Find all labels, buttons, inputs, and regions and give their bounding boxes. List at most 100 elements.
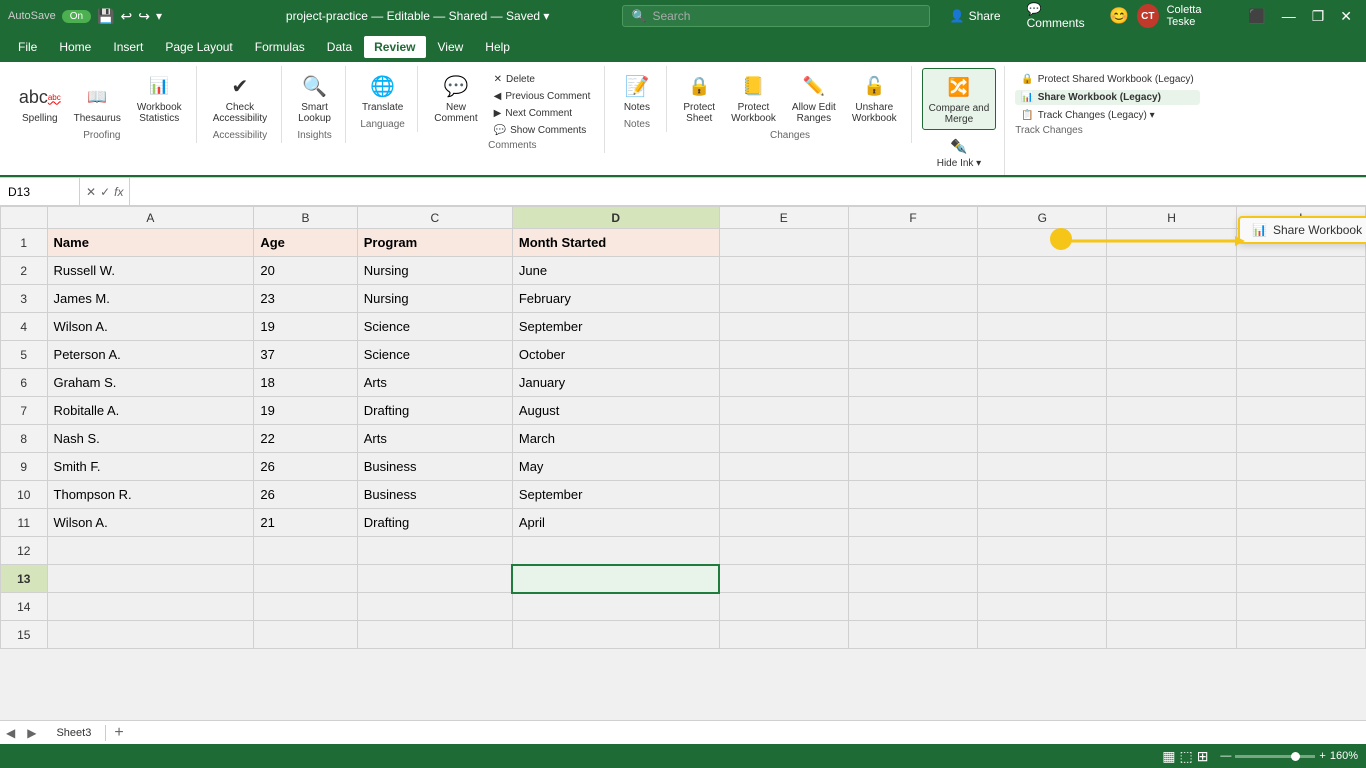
cell-f10[interactable] [848, 481, 977, 509]
new-comment-button[interactable]: 💬 NewComment [428, 68, 483, 128]
cell-b13[interactable] [254, 565, 357, 593]
row-header-8[interactable]: 8 [1, 425, 48, 453]
cell-h10[interactable] [1107, 481, 1236, 509]
cell-b12[interactable] [254, 537, 357, 565]
cell-g11[interactable] [978, 509, 1107, 537]
name-box[interactable]: D13 [0, 178, 80, 205]
cell-a15[interactable] [47, 621, 254, 649]
page-break-view-icon[interactable]: ⊞ [1197, 748, 1209, 765]
cell-d9[interactable]: May [512, 453, 719, 481]
row-header-9[interactable]: 9 [1, 453, 48, 481]
cell-e6[interactable] [719, 369, 848, 397]
compare-merge-button[interactable]: 🔀 Compare andMerge [922, 68, 997, 130]
share-workbook-legacy-button[interactable]: 📊 Share Workbook (Legacy) [1015, 90, 1199, 105]
zoom-out-button[interactable]: — [1220, 750, 1231, 762]
cell-i13[interactable] [1236, 565, 1365, 593]
close-button[interactable]: ✕ [1334, 8, 1358, 25]
protect-sheet-button[interactable]: 🔒 ProtectSheet [677, 68, 721, 128]
cell-b2[interactable]: 20 [254, 257, 357, 285]
cell-f12[interactable] [848, 537, 977, 565]
comments-button[interactable]: 💬 Comments [1021, 2, 1102, 30]
show-comments-button[interactable]: 💬 Show Comments [488, 123, 597, 138]
cell-h13[interactable] [1107, 565, 1236, 593]
cell-a11[interactable]: Wilson A. [47, 509, 254, 537]
spelling-button[interactable]: abcabc Spelling [16, 79, 64, 128]
undo-icon[interactable]: ↩ [120, 8, 132, 25]
translate-button[interactable]: 🌐 Translate [356, 68, 409, 117]
cell-g9[interactable] [978, 453, 1107, 481]
cell-d15[interactable] [512, 621, 719, 649]
zoom-in-button[interactable]: + [1319, 750, 1325, 762]
next-comment-button[interactable]: ▶ Next Comment [488, 106, 597, 121]
cell-i12[interactable] [1236, 537, 1365, 565]
cell-d12[interactable] [512, 537, 719, 565]
protect-shared-workbook-button[interactable]: 🔒 Protect Shared Workbook (Legacy) [1015, 72, 1199, 87]
cell-i2[interactable] [1236, 257, 1365, 285]
cell-a14[interactable] [47, 593, 254, 621]
col-header-g[interactable]: G [978, 207, 1107, 229]
scroll-right-icon[interactable]: ▶ [21, 726, 42, 740]
cell-f14[interactable] [848, 593, 977, 621]
thesaurus-button[interactable]: 📖 Thesaurus [68, 79, 127, 128]
cell-i8[interactable] [1236, 425, 1365, 453]
search-bar[interactable]: 🔍 Search [622, 5, 929, 27]
sheet-tab-sheet3[interactable]: Sheet3 [42, 725, 106, 741]
cell-b8[interactable]: 22 [254, 425, 357, 453]
cell-f1[interactable] [848, 229, 977, 257]
zoom-slider[interactable] [1235, 755, 1315, 758]
row-header-7[interactable]: 7 [1, 397, 48, 425]
cell-d5[interactable]: October [512, 341, 719, 369]
cell-e5[interactable] [719, 341, 848, 369]
normal-view-icon[interactable]: ▦ [1162, 748, 1175, 765]
cell-h11[interactable] [1107, 509, 1236, 537]
row-header-4[interactable]: 4 [1, 313, 48, 341]
cell-e7[interactable] [719, 397, 848, 425]
col-header-b[interactable]: B [254, 207, 357, 229]
protect-workbook-button[interactable]: 📒 ProtectWorkbook [725, 68, 782, 128]
cell-c3[interactable]: Nursing [357, 285, 512, 313]
cell-e8[interactable] [719, 425, 848, 453]
cell-c9[interactable]: Business [357, 453, 512, 481]
cell-f4[interactable] [848, 313, 977, 341]
cell-b5[interactable]: 37 [254, 341, 357, 369]
cell-i10[interactable] [1236, 481, 1365, 509]
cell-f13[interactable] [848, 565, 977, 593]
cell-a8[interactable]: Nash S. [47, 425, 254, 453]
cell-b4[interactable]: 19 [254, 313, 357, 341]
menu-help[interactable]: Help [475, 36, 520, 58]
cell-h3[interactable] [1107, 285, 1236, 313]
maximize-button[interactable]: ❐ [1306, 8, 1331, 25]
cell-d14[interactable] [512, 593, 719, 621]
cell-b1[interactable]: Age [254, 229, 357, 257]
cell-g14[interactable] [978, 593, 1107, 621]
cell-i6[interactable] [1236, 369, 1365, 397]
cell-h12[interactable] [1107, 537, 1236, 565]
menu-formulas[interactable]: Formulas [245, 36, 315, 58]
cell-f9[interactable] [848, 453, 977, 481]
cell-a9[interactable]: Smith F. [47, 453, 254, 481]
cell-f3[interactable] [848, 285, 977, 313]
cell-c2[interactable]: Nursing [357, 257, 512, 285]
cell-d13[interactable] [512, 565, 719, 593]
cell-c5[interactable]: Science [357, 341, 512, 369]
menu-page-layout[interactable]: Page Layout [155, 36, 242, 58]
emoji-button[interactable]: 😊 [1109, 6, 1129, 26]
menu-data[interactable]: Data [317, 36, 362, 58]
cancel-formula-icon[interactable]: ✕ [86, 185, 96, 199]
cell-e14[interactable] [719, 593, 848, 621]
row-header-13[interactable]: 13 [1, 565, 48, 593]
cell-a7[interactable]: Robitalle A. [47, 397, 254, 425]
cell-a2[interactable]: Russell W. [47, 257, 254, 285]
cell-i9[interactable] [1236, 453, 1365, 481]
cell-i7[interactable] [1236, 397, 1365, 425]
cell-c4[interactable]: Science [357, 313, 512, 341]
cell-a12[interactable] [47, 537, 254, 565]
share-button[interactable]: 👤 Share [938, 5, 1013, 27]
cell-d10[interactable]: September [512, 481, 719, 509]
cell-g13[interactable] [978, 565, 1107, 593]
cell-c15[interactable] [357, 621, 512, 649]
delete-comment-button[interactable]: ✕ Delete [488, 72, 597, 87]
cell-e2[interactable] [719, 257, 848, 285]
cell-d3[interactable]: February [512, 285, 719, 313]
hide-ink-button[interactable]: ✒️ Hide Ink ▾ [931, 132, 987, 173]
